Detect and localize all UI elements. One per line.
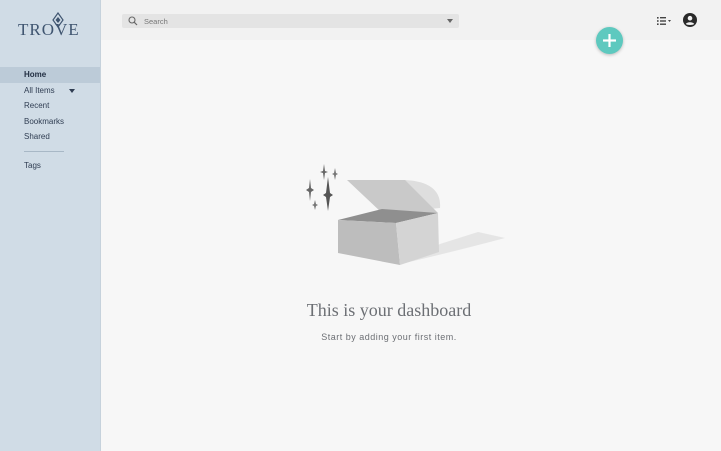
search-input[interactable]	[144, 14, 434, 28]
diamond-logo-icon	[52, 12, 64, 29]
account-button[interactable]	[683, 13, 697, 32]
empty-state-subtitle: Start by adding your first item.	[321, 332, 457, 342]
list-view-icon	[657, 17, 671, 25]
sidebar-item-shared[interactable]: Shared	[0, 129, 100, 145]
search-options-chevron-icon[interactable]	[447, 19, 453, 23]
search-bar[interactable]	[122, 14, 459, 28]
sidebar-item-recent[interactable]: Recent	[0, 98, 100, 114]
sidebar-item-label: Tags	[24, 160, 41, 170]
add-item-button[interactable]	[596, 27, 623, 54]
sidebar-nav: Home All Items Recent Bookmarks Shared T…	[0, 67, 100, 174]
sidebar-item-label: Shared	[24, 132, 50, 142]
sidebar-item-bookmarks[interactable]: Bookmarks	[0, 114, 100, 130]
sidebar-item-label: Home	[24, 70, 47, 79]
chevron-down-icon[interactable]	[69, 88, 75, 93]
empty-state-title: This is your dashboard	[306, 300, 472, 320]
sidebar-divider	[24, 150, 64, 152]
top-bar	[101, 0, 721, 40]
sidebar: TROVE Home All Items Recent Bookmarks Sh…	[0, 0, 101, 451]
sidebar-item-home[interactable]: Home	[0, 67, 100, 83]
plus-icon	[603, 34, 616, 47]
sidebar-item-label: Bookmarks	[24, 116, 65, 126]
search-icon	[128, 16, 138, 26]
account-circle-icon	[683, 13, 697, 27]
trove-logo[interactable]: TROVE	[18, 12, 82, 42]
sidebar-item-all-items[interactable]: All Items	[0, 83, 100, 99]
sidebar-item-label: All Items	[24, 85, 55, 95]
sidebar-item-tags[interactable]: Tags	[0, 158, 100, 174]
sidebar-item-label: Recent	[24, 101, 50, 111]
list-view-toggle[interactable]	[656, 14, 674, 26]
treasure-chest-illustration	[306, 164, 505, 265]
logo-text: TROVE	[18, 20, 80, 39]
